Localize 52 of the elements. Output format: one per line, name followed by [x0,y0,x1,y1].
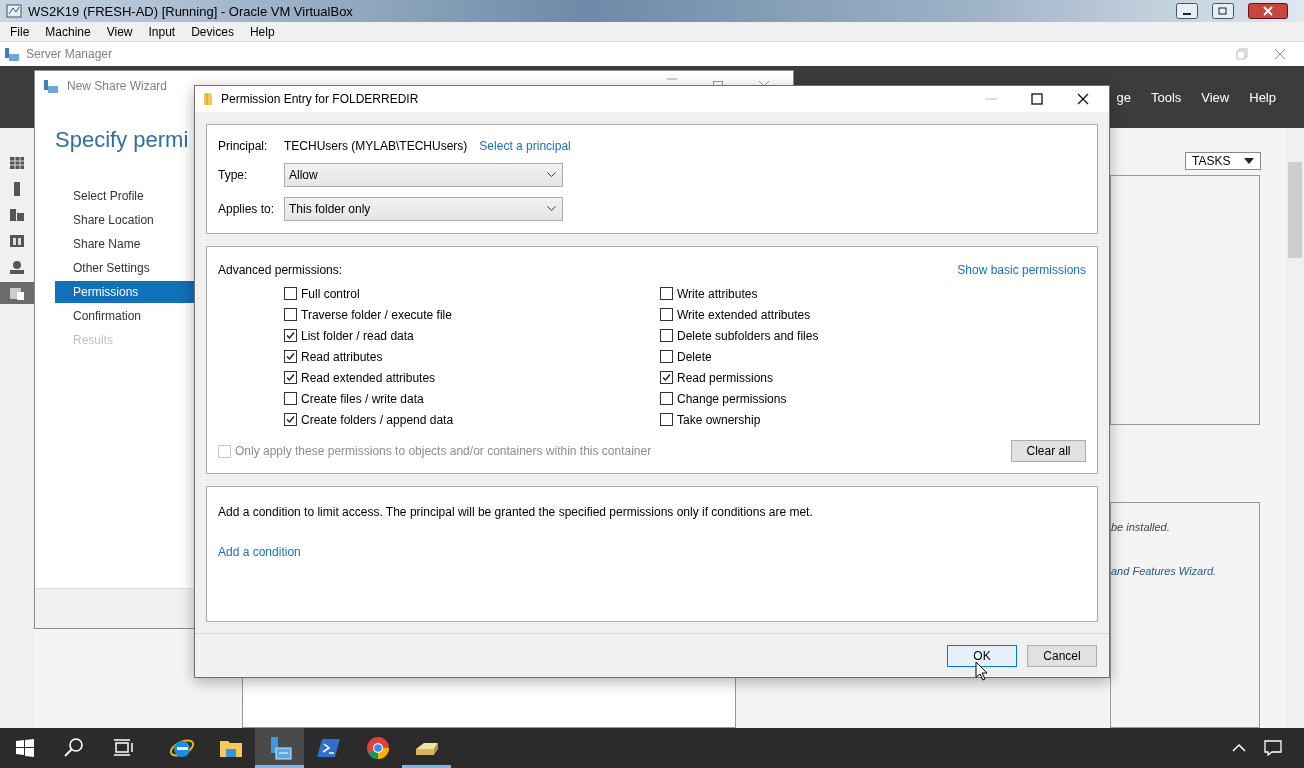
menu-item[interactable]: Machine [37,24,99,39]
permission-checkbox[interactable]: Delete [660,346,1060,368]
menu-item[interactable]: Help [1249,89,1276,105]
wizard-step[interactable]: Confirmation [55,305,194,327]
permission-checkbox[interactable]: List folder / read data [284,325,660,347]
wizard-step[interactable]: Permissions [55,281,194,303]
select-principal-link[interactable]: Select a principal [479,139,571,154]
menu-item[interactable]: Input [140,24,184,39]
window-title: WS2K19 (FRESH-AD) [Running] - Oracle VM VirtualBox [28,3,353,19]
principal-name: TECHUsers (MYLAB\TECHUsers) [284,139,468,154]
permission-checkbox[interactable]: Take ownership [660,409,1060,431]
applies-to-dropdown[interactable]: This folder only [284,197,563,222]
permission-checkbox[interactable]: Full control [284,283,660,305]
show-basic-link[interactable]: Show basic permissions [957,263,1086,278]
wizard-step[interactable]: Select Profile [55,185,194,207]
permission-checkbox[interactable]: Write attributes [660,283,1060,305]
condition-text: Add a condition to limit access. The principal will be granted the specified permissions only if conditions are met. [218,505,814,520]
permission-checkbox[interactable]: Read permissions [660,367,1060,389]
menu-item[interactable]: Tools [1150,89,1182,105]
section-label: Advanced permissions: [218,263,343,278]
permission-checkbox[interactable]: Delete subfolders and files [660,325,1060,347]
menu-item[interactable]: Help [241,24,283,39]
field-label: Type: [218,168,249,183]
menu-item[interactable]: View [1201,89,1230,105]
menu-item[interactable]: ge [1116,89,1131,105]
clear-all-button[interactable]: Clear all [1011,440,1086,463]
window-title: Server Manager [26,47,113,61]
wizard-step[interactable]: Share Location [55,209,194,231]
field-label: Principal: [218,139,269,154]
field-label: Applies to: [218,202,276,217]
permission-checkbox[interactable]: Change permissions [660,388,1060,410]
type-dropdown[interactable]: Allow [284,163,563,188]
wizard-step[interactable]: Other Settings [55,257,194,279]
permission-checkbox[interactable]: Traverse folder / execute file [284,304,660,326]
permission-checkbox[interactable]: Read attributes [284,346,660,368]
permission-checkbox[interactable]: Write extended attributes [660,304,1060,326]
permission-checkbox[interactable]: Create folders / append data [284,409,660,431]
window-title: New Share Wizard [67,79,168,93]
add-condition-link[interactable]: Add a condition [218,545,1086,560]
permission-checkbox[interactable]: Read extended attributes [284,367,660,389]
wizard-link[interactable]: and Features Wizard. [1111,565,1259,577]
tasks-button[interactable]: TASKS [1185,152,1261,170]
note-text: be installed. [1111,521,1171,533]
menu-item[interactable]: Devices [183,24,242,39]
dialog-button[interactable]: Cancel [1027,644,1097,667]
page-heading: Specify permi [55,127,189,153]
menu-item[interactable]: File [2,24,38,39]
wizard-step[interactable]: Share Name [55,233,194,255]
menu-item[interactable]: View [98,24,141,39]
window-title: Permission Entry for FOLDERREDIR [221,92,419,107]
permission-checkbox[interactable]: Create files / write data [284,388,660,410]
dialog-button[interactable]: OK [947,644,1017,667]
